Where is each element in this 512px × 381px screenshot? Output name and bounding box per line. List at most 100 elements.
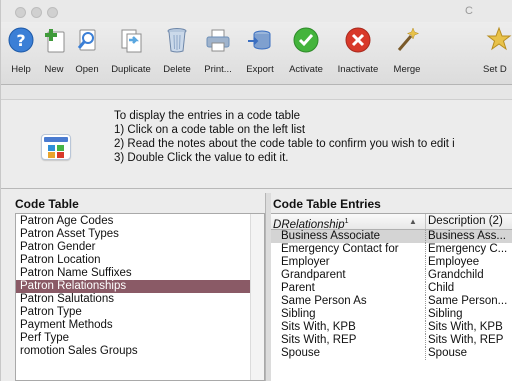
set-default-button[interactable]: Set D bbox=[479, 26, 512, 82]
code-table-item[interactable]: Patron Salutations bbox=[16, 293, 252, 306]
code-table-item[interactable]: Patron Type bbox=[16, 306, 252, 319]
export-label: Export bbox=[246, 64, 274, 75]
help-button[interactable]: ? Help bbox=[3, 26, 39, 82]
table-row[interactable]: Employer Employee bbox=[271, 256, 512, 269]
duplicate-icon bbox=[121, 29, 142, 53]
table-row[interactable]: Sits With, KPB Sits With, KPB bbox=[271, 321, 512, 334]
delete-label: Delete bbox=[163, 64, 191, 75]
description-cell: Business Ass... bbox=[425, 230, 512, 243]
secondary-toolbar bbox=[1, 85, 512, 100]
merge-button[interactable]: Merge bbox=[385, 26, 429, 82]
description-cell: Same Person... bbox=[425, 295, 512, 308]
code-table-pane: Code Table Patron Age Codes Patron Asset… bbox=[1, 193, 265, 381]
code-table-item[interactable]: Patron Location bbox=[16, 254, 252, 267]
window-title: C bbox=[465, 5, 473, 17]
table-row[interactable]: Same Person As Same Person... bbox=[271, 295, 512, 308]
instruction-line: 1) Click on a code table on the left lis… bbox=[114, 124, 306, 136]
open-label: Open bbox=[75, 64, 99, 75]
code-table-item[interactable]: Patron Asset Types bbox=[16, 228, 252, 241]
sort-rank: 1 bbox=[344, 218, 349, 225]
relationship-cell: Emergency Contact for bbox=[281, 243, 399, 255]
list-scrollbar[interactable] bbox=[250, 214, 264, 380]
activate-label: Activate bbox=[289, 64, 323, 75]
table-row[interactable]: Parent Child bbox=[271, 282, 512, 295]
instruction-line: To display the entries in a code table bbox=[114, 110, 301, 122]
open-button[interactable]: Open bbox=[69, 26, 105, 82]
inactivate-button[interactable]: Inactivate bbox=[331, 26, 385, 82]
magic-wand-icon bbox=[397, 27, 420, 51]
relationship-cell: Same Person As bbox=[281, 295, 367, 307]
description-cell: Grandchild bbox=[425, 269, 512, 282]
new-label: New bbox=[44, 64, 64, 75]
delete-button[interactable]: Delete bbox=[157, 26, 197, 82]
close-window-button[interactable] bbox=[15, 7, 26, 18]
zoom-window-button[interactable] bbox=[47, 7, 58, 18]
description-cell: Employee bbox=[425, 256, 512, 269]
open-document-icon bbox=[77, 29, 96, 51]
trash-icon bbox=[167, 28, 187, 53]
x-icon bbox=[345, 27, 371, 53]
svg-text:?: ? bbox=[16, 31, 25, 50]
activate-button[interactable]: Activate bbox=[281, 26, 331, 82]
description-column-header[interactable]: Description (2) bbox=[425, 214, 512, 229]
table-row[interactable]: Emergency Contact for Emergency C... bbox=[271, 243, 512, 256]
table-row[interactable]: Grandparent Grandchild bbox=[271, 269, 512, 282]
description-cell: Child bbox=[425, 282, 512, 295]
table-row[interactable]: Spouse Spouse bbox=[271, 347, 512, 360]
set-default-label: Set D bbox=[483, 64, 507, 75]
relationship-cell: Sits With, KPB bbox=[281, 321, 356, 333]
description-cell: Sits With, REP bbox=[425, 334, 512, 347]
code-table-icon bbox=[41, 134, 71, 160]
relationship-cell: Spouse bbox=[281, 347, 321, 359]
description-cell: Sits With, KPB bbox=[425, 321, 512, 334]
new-document-icon bbox=[45, 29, 65, 53]
print-label: Print... bbox=[204, 64, 232, 75]
duplicate-label: Duplicate bbox=[111, 64, 151, 75]
help-label: Help bbox=[11, 64, 31, 75]
sort-ascending-icon: ▲ bbox=[409, 217, 417, 226]
code-table-item[interactable]: Patron Age Codes bbox=[16, 215, 252, 228]
relationship-cell: Parent bbox=[281, 282, 315, 294]
divider bbox=[1, 188, 512, 189]
instructions-panel: To display the entries in a code table 1… bbox=[1, 100, 512, 188]
code-table-item[interactable]: Patron Name Suffixes bbox=[16, 267, 252, 280]
print-icon bbox=[206, 29, 230, 52]
code-table-item[interactable]: romotion Sales Groups bbox=[16, 345, 252, 358]
table-column-headers: DRelationship1 ▲ Description (2) bbox=[271, 214, 512, 230]
table-row[interactable]: Sits With, REP Sits With, REP bbox=[271, 334, 512, 347]
code-table-item[interactable]: Payment Methods bbox=[16, 319, 252, 332]
export-button[interactable]: Export bbox=[239, 26, 281, 82]
code-table-item[interactable]: Perf Type bbox=[16, 332, 252, 345]
title-bar: C bbox=[1, 0, 512, 22]
relationship-cell: Employer bbox=[281, 256, 330, 268]
description-cell: Emergency C... bbox=[425, 243, 512, 256]
relationship-column-header[interactable]: DRelationship1 bbox=[273, 214, 421, 229]
table-row[interactable]: Business Associate Business Ass... bbox=[271, 230, 512, 243]
entries-table[interactable]: DRelationship1 ▲ Description (2) Busines… bbox=[271, 213, 512, 381]
set-default-icon bbox=[486, 26, 512, 51]
table-row[interactable]: Sibling Sibling bbox=[271, 308, 512, 321]
toolbar: ? Help New Open Duplicate Delete Print..… bbox=[1, 22, 512, 85]
relationship-column-label: Relationship bbox=[281, 218, 345, 229]
entries-header: Code Table Entries bbox=[273, 197, 381, 211]
description-cell: Sibling bbox=[425, 308, 512, 321]
instruction-line: 2) Read the notes about the code table t… bbox=[114, 138, 455, 150]
relationship-cell: Sibling bbox=[281, 308, 316, 320]
instruction-line: 3) Double Click the value to edit it. bbox=[114, 152, 289, 164]
help-icon: ? bbox=[8, 27, 34, 53]
new-button[interactable]: New bbox=[39, 26, 69, 82]
app-window: C ? Help New Open Duplicate Delete Print… bbox=[0, 0, 512, 381]
minimize-window-button[interactable] bbox=[31, 7, 42, 18]
code-table-entries-pane: Code Table Entries DRelationship1 ▲ Desc… bbox=[271, 193, 512, 381]
code-table-list[interactable]: Patron Age Codes Patron Asset Types Patr… bbox=[15, 213, 265, 381]
inactivate-label: Inactivate bbox=[337, 64, 379, 75]
merge-label: Merge bbox=[393, 64, 421, 75]
print-button[interactable]: Print... bbox=[197, 26, 239, 82]
duplicate-button[interactable]: Duplicate bbox=[105, 26, 157, 82]
relationship-cell: Business Associate bbox=[281, 230, 381, 242]
relationship-cell: Sits With, REP bbox=[281, 334, 357, 346]
code-table-header: Code Table bbox=[15, 197, 79, 211]
code-table-item-selected[interactable]: Patron Relationships bbox=[16, 280, 252, 293]
relationship-cell: Grandparent bbox=[281, 269, 346, 281]
code-table-item[interactable]: Patron Gender bbox=[16, 241, 252, 254]
